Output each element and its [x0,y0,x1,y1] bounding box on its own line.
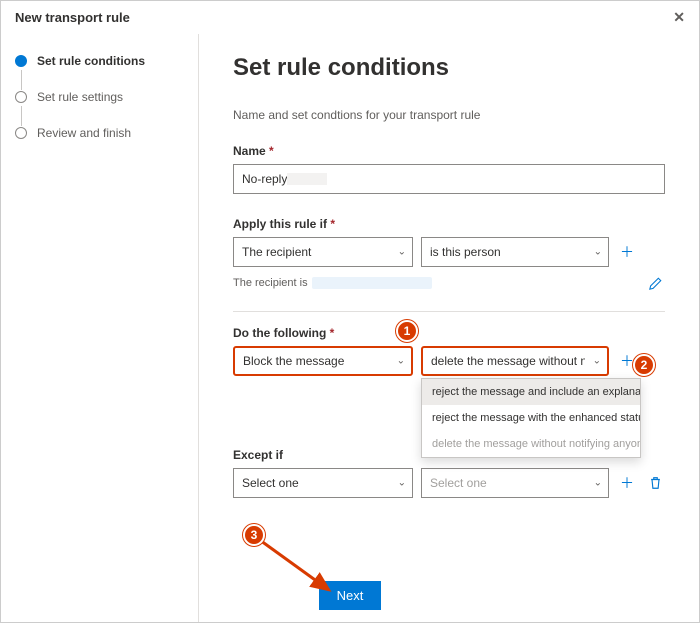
chevron-down-icon: ⌄ [594,478,602,489]
except-condition-select[interactable]: Select one ⌄ [233,468,413,498]
apply-value-select[interactable]: is this person ⌄ [421,237,609,267]
name-value: No-reply [242,172,287,186]
step-review-and-finish[interactable]: Review and finish [15,126,184,162]
chevron-down-icon: ⌄ [397,356,405,367]
dropdown-option[interactable]: delete the message without notifying any… [422,431,640,457]
step-label: Set rule settings [37,90,123,104]
redacted-text [287,173,327,185]
add-condition-icon[interactable]: ＋ [617,242,637,262]
step-dot-icon [15,127,27,139]
step-set-rule-settings[interactable]: Set rule settings [15,90,184,126]
step-dot-icon [15,91,27,103]
add-exception-icon[interactable]: ＋ [617,473,637,493]
recipient-summary: The recipient is [233,277,432,289]
except-value-select[interactable]: Select one ⌄ [421,468,609,498]
delete-exception-icon[interactable] [645,473,665,493]
chevron-down-icon: ⌄ [593,356,601,367]
redacted-recipient [312,277,432,289]
edit-icon[interactable] [645,273,665,293]
do-action-select[interactable]: Block the message ⌄ [233,346,413,376]
page-subtitle: Name and set condtions for your transpor… [233,108,665,122]
dialog-title: New transport rule [15,10,130,25]
apply-condition-select[interactable]: The recipient ⌄ [233,237,413,267]
step-label: Set rule conditions [37,54,145,68]
next-button[interactable]: Next [319,581,382,610]
chevron-down-icon: ⌄ [594,247,602,258]
step-dot-icon [15,55,27,67]
callout-badge-3: 3 [243,524,265,546]
chevron-down-icon: ⌄ [398,478,406,489]
wizard-sidebar: Set rule conditions Set rule settings Re… [1,34,199,622]
callout-badge-1: 1 [396,320,418,342]
chevron-down-icon: ⌄ [398,247,406,258]
callout-badge-2: 2 [633,354,655,376]
do-action-value-select[interactable]: delete the message without notif... ⌄ [421,346,609,376]
dropdown-option[interactable]: reject the message and include an explan… [422,379,640,405]
do-following-label: Do the following * [233,326,665,340]
page-title: Set rule conditions [233,54,665,82]
action-value-dropdown: reject the message and include an explan… [421,378,641,458]
name-label: Name * [233,144,665,158]
close-icon[interactable]: ✕ [673,9,685,26]
name-input[interactable]: No-reply [233,164,665,194]
step-set-rule-conditions[interactable]: Set rule conditions [15,54,184,90]
divider [233,311,665,312]
dropdown-option[interactable]: reject the message with the enhanced sta… [422,405,640,431]
apply-rule-label: Apply this rule if * [233,217,665,231]
step-label: Review and finish [37,126,131,140]
